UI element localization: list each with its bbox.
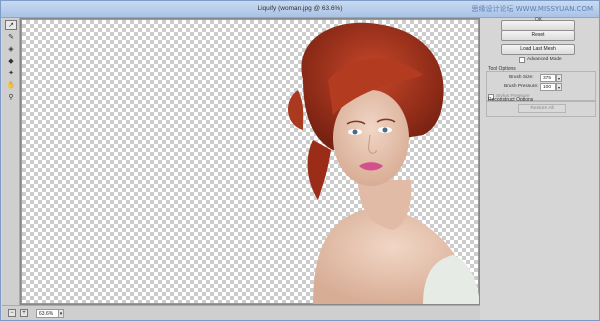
advanced-mode-checkbox[interactable]: [519, 57, 525, 63]
bloat-icon[interactable]: ✦: [5, 68, 17, 78]
advanced-mode-label: Advanced Mode: [527, 57, 562, 62]
restore-all-button[interactable]: Restore All: [518, 104, 566, 113]
watermark-text: 思缘设计论坛 WWW.MISSYUAN.COM: [471, 5, 594, 13]
reset-button[interactable]: Reset: [501, 30, 575, 41]
title-bar: Liquify (woman.jpg @ 63.6%) 思缘设计论坛 WWW.M…: [1, 1, 599, 18]
brush-pressure-dropdown[interactable]: ▾: [556, 83, 562, 91]
brush-size-field[interactable]: 375: [540, 74, 556, 82]
status-bar: − + 63.6% ▾: [2, 305, 480, 320]
zoom-icon[interactable]: ⚲: [5, 92, 17, 102]
brush-pressure-label: Brush Pressure:: [504, 84, 539, 89]
liquify-window: Liquify (woman.jpg @ 63.6%) 思缘设计论坛 WWW.M…: [0, 0, 600, 321]
woman-portrait-image: [273, 20, 479, 304]
hand-icon[interactable]: ✋: [5, 80, 17, 90]
brush-size-dropdown[interactable]: ▾: [556, 74, 562, 82]
preview-canvas[interactable]: [20, 18, 480, 305]
forward-warp-icon[interactable]: ↗: [5, 20, 17, 30]
pucker-icon[interactable]: ◆: [5, 56, 17, 66]
brush-pressure-field[interactable]: 100: [540, 83, 556, 91]
reconstruct-icon[interactable]: ✎: [5, 32, 17, 42]
zoom-out-button[interactable]: −: [8, 309, 16, 317]
load-last-mesh-button[interactable]: Load Last Mesh: [501, 44, 575, 55]
zoom-in-button[interactable]: +: [20, 309, 28, 317]
twirl-icon[interactable]: ◈: [5, 44, 17, 54]
brush-size-label: Brush Size:: [509, 75, 534, 80]
zoom-level-field[interactable]: 63.6%: [36, 309, 60, 318]
options-panel: OK Reset Load Last Mesh Advanced Mode To…: [482, 17, 599, 320]
chevron-down-icon[interactable]: ▾: [58, 309, 64, 318]
tools-panel: ↗ ✎ ◈ ◆ ✦ ✋ ⚲: [2, 18, 20, 305]
ok-label: OK: [535, 17, 543, 23]
